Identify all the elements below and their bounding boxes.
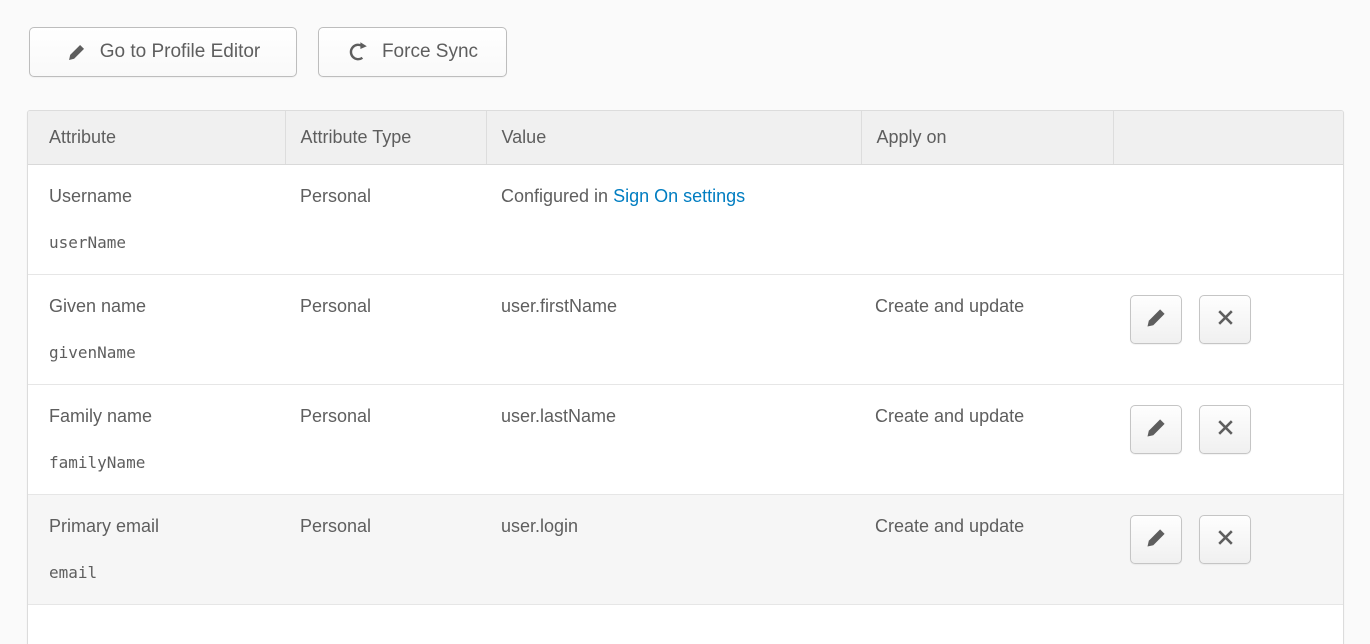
row-actions bbox=[1130, 295, 1335, 344]
close-icon bbox=[1215, 417, 1236, 441]
sign-on-settings-link[interactable]: Sign On settings bbox=[613, 186, 745, 206]
edit-attribute-button[interactable] bbox=[1130, 405, 1182, 454]
delete-attribute-button[interactable] bbox=[1199, 405, 1251, 454]
attribute-type-cell: Personal bbox=[285, 384, 486, 494]
force-sync-label: Force Sync bbox=[382, 41, 478, 63]
value-cell: user.lastName bbox=[486, 384, 861, 494]
attribute-type-cell: Personal bbox=[285, 164, 486, 274]
apply-on-cell bbox=[861, 164, 1113, 274]
go-to-profile-editor-button[interactable]: Go to Profile Editor bbox=[29, 27, 297, 77]
apply-on-cell: Create and update bbox=[861, 494, 1113, 604]
pencil-icon bbox=[1144, 416, 1168, 443]
column-header-actions bbox=[1113, 111, 1344, 164]
page: Go to Profile Editor Force Sync Attribut… bbox=[0, 0, 1370, 644]
pencil-icon bbox=[66, 42, 87, 63]
pencil-icon bbox=[1144, 526, 1168, 553]
table-row-username: Username userName Personal Configured in… bbox=[28, 164, 1344, 274]
attribute-key: familyName bbox=[49, 453, 275, 472]
pencil-icon bbox=[1144, 306, 1168, 333]
attribute-key: email bbox=[49, 563, 275, 582]
attribute-type-cell: Personal bbox=[285, 274, 486, 384]
attribute-key: givenName bbox=[49, 343, 275, 362]
edit-attribute-button[interactable] bbox=[1130, 515, 1182, 564]
table-row-given-name: Given name givenName Personal user.first… bbox=[28, 274, 1344, 384]
attribute-label: Username bbox=[49, 186, 275, 207]
attribute-label: Given name bbox=[49, 296, 275, 317]
table-row-primary-email: Primary email email Personal user.login … bbox=[28, 494, 1344, 604]
apply-on-cell: Create and update bbox=[861, 384, 1113, 494]
attribute-mappings-table: Attribute Attribute Type Value Apply on … bbox=[27, 110, 1344, 644]
attribute-label: Family name bbox=[49, 406, 275, 427]
table-row-partial bbox=[28, 604, 1344, 644]
attribute-cell: Family name familyName bbox=[28, 384, 285, 494]
delete-attribute-button[interactable] bbox=[1199, 515, 1251, 564]
table-header-row: Attribute Attribute Type Value Apply on bbox=[28, 111, 1344, 164]
column-header-apply-on: Apply on bbox=[861, 111, 1113, 164]
actions-cell bbox=[1113, 494, 1344, 604]
attribute-cell: Given name givenName bbox=[28, 274, 285, 384]
attribute-cell: Username userName bbox=[28, 164, 285, 274]
row-actions bbox=[1130, 515, 1335, 564]
edit-attribute-button[interactable] bbox=[1130, 295, 1182, 344]
close-icon bbox=[1215, 307, 1236, 331]
close-icon bbox=[1215, 527, 1236, 551]
apply-on-cell: Create and update bbox=[861, 274, 1113, 384]
attribute-label: Primary email bbox=[49, 516, 275, 537]
value-cell: user.firstName bbox=[486, 274, 861, 384]
actions-cell bbox=[1113, 274, 1344, 384]
go-to-profile-editor-label: Go to Profile Editor bbox=[100, 41, 261, 63]
column-header-attribute: Attribute bbox=[28, 111, 285, 164]
row-actions bbox=[1130, 405, 1335, 454]
actions-cell bbox=[1113, 384, 1344, 494]
column-header-value: Value bbox=[486, 111, 861, 164]
toolbar: Go to Profile Editor Force Sync bbox=[29, 27, 507, 77]
actions-cell bbox=[1113, 164, 1344, 274]
value-cell: user.login bbox=[486, 494, 861, 604]
attribute-type-cell: Personal bbox=[285, 494, 486, 604]
force-sync-button[interactable]: Force Sync bbox=[318, 27, 507, 77]
value-text: Configured in bbox=[501, 186, 613, 206]
refresh-icon bbox=[347, 41, 369, 63]
attribute-key: userName bbox=[49, 233, 275, 252]
table-row-family-name: Family name familyName Personal user.las… bbox=[28, 384, 1344, 494]
attribute-cell: Primary email email bbox=[28, 494, 285, 604]
empty-cell bbox=[28, 604, 1344, 644]
value-cell: Configured in Sign On settings bbox=[486, 164, 861, 274]
column-header-attribute-type: Attribute Type bbox=[285, 111, 486, 164]
delete-attribute-button[interactable] bbox=[1199, 295, 1251, 344]
